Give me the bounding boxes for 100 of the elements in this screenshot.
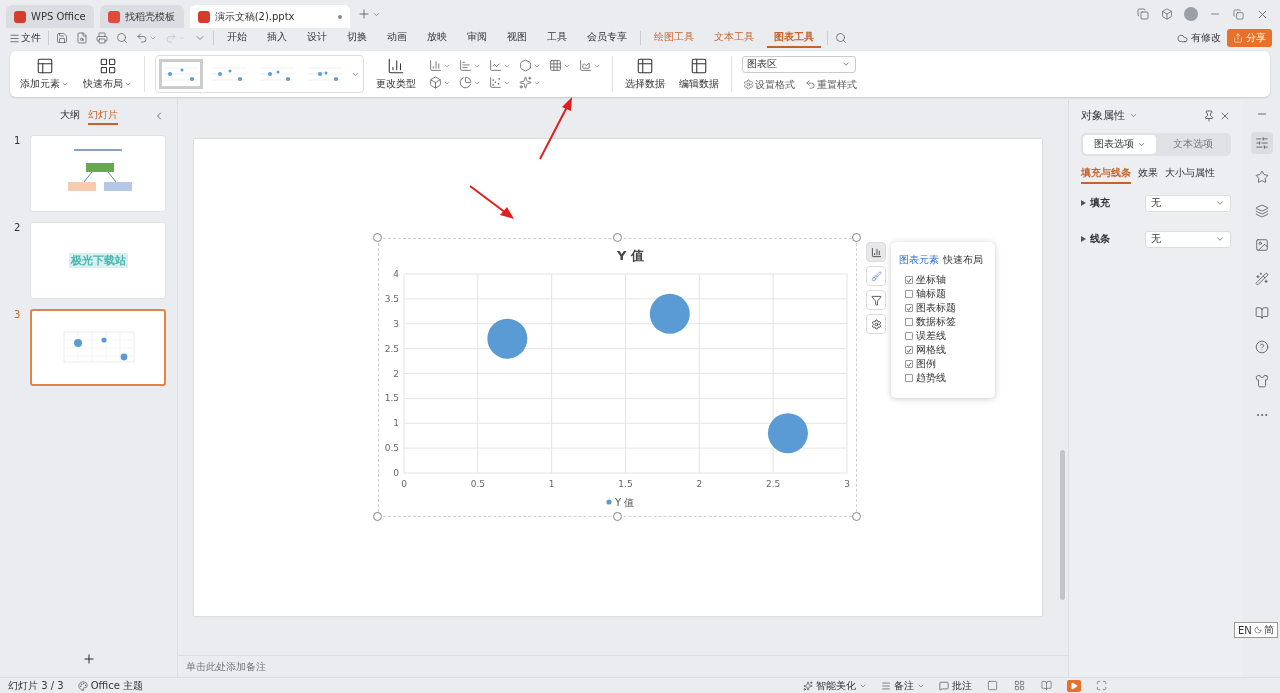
ribbon-tab[interactable]: 放映	[420, 28, 454, 48]
theme-label[interactable]: Office 主题	[77, 678, 143, 693]
element-checkbox[interactable]: 轴标题	[905, 287, 987, 301]
ribbon-tab[interactable]: 插入	[260, 28, 294, 48]
ribbon-tab[interactable]: 切换	[340, 28, 374, 48]
popup-tab[interactable]: 快速布局	[943, 253, 983, 267]
ribbon-tab[interactable]: 视图	[500, 28, 534, 48]
normal-view-button[interactable]	[986, 679, 999, 692]
resize-handle[interactable]	[613, 233, 622, 242]
chart-type-button[interactable]	[548, 58, 572, 73]
chart[interactable]: Y 值 0 0.5 1 1.5 2 2.5 3 3.5 4 0 0.5 1 1.5 2 2.5 3 Y 值	[378, 238, 857, 517]
ribbon-tab[interactable]: 审阅	[460, 28, 494, 48]
change-type-button[interactable]: 更改类型	[374, 57, 418, 91]
ribbon-tab[interactable]: 设计	[300, 28, 334, 48]
save-status[interactable]: 有修改	[1177, 31, 1221, 45]
checkbox[interactable]	[905, 276, 913, 284]
fit-button[interactable]	[1095, 679, 1108, 692]
checkbox[interactable]	[905, 318, 913, 326]
property-subtab[interactable]: 效果	[1138, 166, 1158, 184]
resize-handle[interactable]	[852, 233, 861, 242]
beautify-button[interactable]: 智能美化	[803, 678, 867, 693]
element-checkbox[interactable]: 网格线	[905, 343, 987, 357]
popup-tab[interactable]: 图表元素	[899, 253, 939, 267]
edit-data-button[interactable]: 编辑数据	[677, 57, 721, 91]
property-label[interactable]: 填充	[1081, 196, 1110, 210]
element-checkbox[interactable]: 数据标签	[905, 315, 987, 329]
checkbox[interactable]	[905, 346, 913, 354]
properties-button[interactable]	[1250, 132, 1273, 154]
search-doc-button[interactable]	[75, 31, 89, 45]
avatar[interactable]	[1184, 7, 1198, 21]
checkbox[interactable]	[905, 332, 913, 340]
select-data-button[interactable]: 选择数据	[623, 57, 667, 91]
document-tab[interactable]: 演示文稿(2).pptx	[189, 5, 350, 28]
chart-style-thumbnail[interactable]	[159, 59, 203, 89]
property-subtab[interactable]: 填充与线条	[1081, 166, 1131, 184]
reset-style-button[interactable]: 重置样式	[804, 76, 858, 93]
chart-type-button[interactable]	[488, 75, 512, 90]
document-tab[interactable]: WPS Office	[6, 5, 94, 28]
undo-button[interactable]	[135, 31, 158, 45]
element-checkbox[interactable]: 误差线	[905, 329, 987, 343]
ribbon-tab[interactable]: 会员专享	[580, 28, 634, 48]
reading-view-button[interactable]	[1040, 679, 1053, 692]
chart-type-button[interactable]	[458, 75, 482, 90]
print-button[interactable]	[95, 31, 109, 45]
options-tab[interactable]: 文本选项	[1156, 135, 1229, 154]
ribbon-tab[interactable]: 动画	[380, 28, 414, 48]
options-tab[interactable]: 图表选项	[1083, 135, 1156, 154]
element-checkbox[interactable]: 图表标题	[905, 301, 987, 315]
notes-field[interactable]: 单击此处添加备注	[178, 655, 1068, 677]
print-preview-button[interactable]	[115, 31, 129, 45]
ribbon-tab[interactable]: 开始	[220, 28, 254, 48]
chart-type-button[interactable]	[428, 58, 452, 73]
chart-type-button[interactable]	[458, 58, 482, 73]
input-method-indicator[interactable]: EN 简	[1234, 622, 1278, 638]
element-checkbox[interactable]: 趋势线	[905, 371, 987, 385]
notes-button[interactable]: 备注	[881, 678, 925, 693]
chart-type-button[interactable]	[518, 58, 542, 73]
property-dropdown[interactable]: 无	[1145, 194, 1231, 212]
property-dropdown[interactable]: 无	[1145, 230, 1231, 248]
chart-type-button[interactable]	[518, 75, 542, 90]
chart-elements-button[interactable]	[866, 242, 886, 262]
chart-type-button[interactable]	[428, 75, 452, 90]
resize-handle[interactable]	[373, 233, 382, 242]
resize-handle[interactable]	[852, 512, 861, 521]
chart-settings-button[interactable]	[866, 314, 886, 334]
play-button[interactable]	[1067, 679, 1081, 692]
chart-type-button[interactable]	[488, 58, 512, 73]
ribbon-tab[interactable]: 文本工具	[707, 28, 761, 48]
set-format-button[interactable]: 设置格式	[742, 76, 796, 93]
search-button[interactable]	[834, 31, 848, 45]
quick-layout-button[interactable]: 快速布局	[81, 57, 134, 91]
resize-handle[interactable]	[373, 512, 382, 521]
add-element-button[interactable]: 添加元素	[18, 57, 71, 91]
checkbox[interactable]	[905, 290, 913, 298]
restore-button[interactable]	[1232, 7, 1245, 21]
ribbon-tab[interactable]: 绘图工具	[647, 28, 701, 48]
chart-filter-button[interactable]	[866, 290, 886, 310]
comments-button[interactable]: 批注	[939, 678, 972, 693]
checkbox[interactable]	[905, 360, 913, 368]
save-button[interactable]	[55, 31, 69, 45]
checkbox[interactable]	[905, 374, 913, 382]
slide-thumbnail[interactable]	[30, 309, 166, 386]
sorter-view-button[interactable]	[1013, 679, 1026, 692]
panel-tab[interactable]: 大纲	[59, 107, 80, 125]
element-checkbox[interactable]: 坐标轴	[905, 273, 987, 287]
ribbon-tab[interactable]: 图表工具	[767, 28, 821, 48]
document-tab[interactable]: 找稻壳模板	[99, 5, 184, 28]
resize-handle[interactable]	[613, 512, 622, 521]
ribbon-tab[interactable]: 工具	[540, 28, 574, 48]
cube-button[interactable]	[1160, 7, 1174, 21]
property-subtab[interactable]: 大小与属性	[1165, 166, 1215, 184]
chart-element-dropdown[interactable]: 图表区	[742, 55, 856, 73]
file-menu[interactable]: 文件	[8, 30, 42, 46]
panel-tab[interactable]: 幻灯片	[87, 107, 118, 125]
checkbox[interactable]	[905, 304, 913, 312]
scrollbar-thumb[interactable]	[1060, 450, 1065, 600]
element-checkbox[interactable]: 图例	[905, 357, 987, 371]
chart-type-button[interactable]	[578, 58, 602, 73]
window-icon-button[interactable]	[1136, 7, 1150, 21]
property-label[interactable]: 线条	[1081, 232, 1110, 246]
